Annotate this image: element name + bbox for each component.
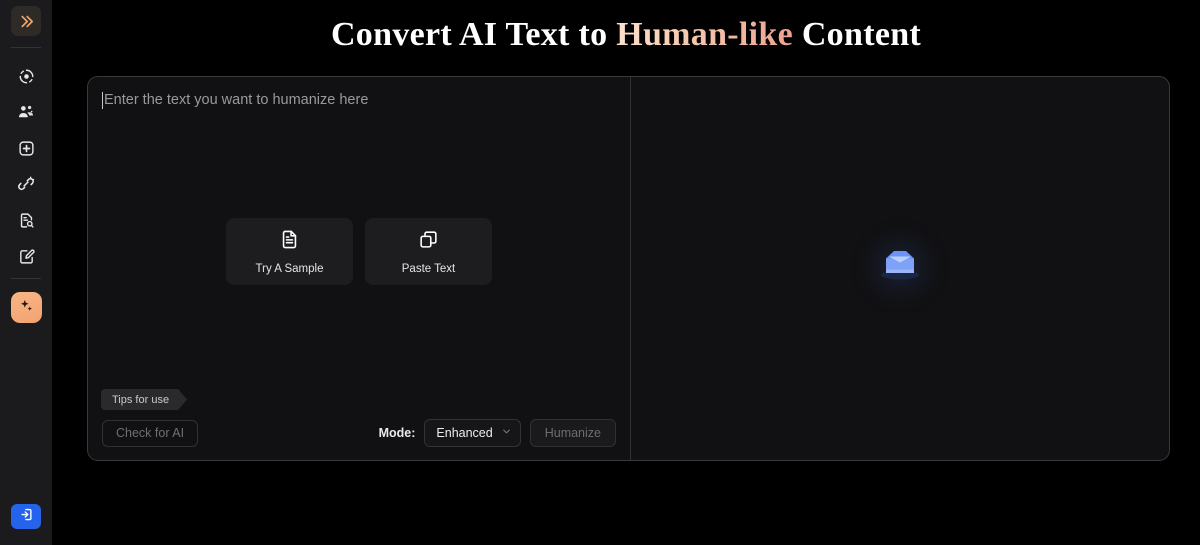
sidebar-item-humanizer[interactable] xyxy=(10,292,42,323)
login-arrow-icon xyxy=(19,507,34,527)
page-title-part2: Content xyxy=(793,16,922,53)
note-edit-icon xyxy=(18,248,35,265)
paste-text-button[interactable]: Paste Text xyxy=(365,218,492,285)
input-toolbar: Check for AI Mode: Enhanced Humanize xyxy=(88,406,630,460)
tips-for-use-label: Tips for use xyxy=(112,393,170,406)
paste-text-label: Paste Text xyxy=(401,262,456,275)
app-root: Convert AI Text to Human-like Content En… xyxy=(0,0,1200,545)
text-caret xyxy=(102,92,103,109)
page-title-part1: Convert AI Text to xyxy=(330,16,617,53)
chevrons-right-icon xyxy=(18,13,35,30)
shield-plus-icon xyxy=(18,140,35,157)
sidebar-item-plagiarism-shield[interactable] xyxy=(9,130,43,166)
link-scan-icon xyxy=(17,175,35,193)
chevron-down-icon xyxy=(501,424,512,442)
page-title: Convert AI Text to Human-like Content xyxy=(52,0,1200,54)
mode-label: Mode: xyxy=(378,426,416,440)
sidebar-divider-top xyxy=(11,47,41,48)
main-content: Convert AI Text to Human-like Content En… xyxy=(52,0,1200,545)
sidebar-item-ai-detector[interactable] xyxy=(9,58,43,94)
check-for-ai-button[interactable]: Check for AI xyxy=(102,419,199,447)
detector-target-icon xyxy=(18,68,35,85)
output-pane xyxy=(631,77,1169,460)
toolbar-right-group: Mode: Enhanced Humanize xyxy=(379,419,616,447)
tips-for-use-tab[interactable]: Tips for use xyxy=(101,389,187,410)
try-a-sample-label: Try A Sample xyxy=(255,262,324,275)
sidebar-collapse-button[interactable] xyxy=(11,6,41,36)
document-search-icon xyxy=(18,212,35,229)
sidebar-divider-bottom xyxy=(11,278,41,279)
quick-actions: Try A Sample Paste Text xyxy=(88,218,630,285)
login-button[interactable] xyxy=(11,504,41,529)
copy-stack-icon xyxy=(418,229,439,255)
mode-select-value: Enhanced xyxy=(436,426,493,440)
sidebar-item-team[interactable] xyxy=(9,94,43,130)
humanizer-card: Enter the text you want to humanize here… xyxy=(87,76,1170,461)
sidebar-item-link-scan[interactable] xyxy=(9,166,43,202)
humanize-button[interactable]: Humanize xyxy=(529,419,616,447)
try-a-sample-button[interactable]: Try A Sample xyxy=(226,218,353,285)
input-placeholder: Enter the text you want to humanize here xyxy=(104,92,369,108)
users-group-icon xyxy=(17,103,35,121)
output-empty-state xyxy=(631,244,1169,284)
page-title-highlight: Human-like xyxy=(616,16,794,53)
mode-select[interactable]: Enhanced xyxy=(424,419,521,447)
document-lines-icon xyxy=(279,229,300,255)
sidebar-item-note-edit[interactable] xyxy=(9,238,43,274)
sidebar xyxy=(0,0,52,545)
sparkles-icon xyxy=(18,297,35,319)
envelope-icon xyxy=(877,244,923,284)
sidebar-item-document-search[interactable] xyxy=(9,202,43,238)
